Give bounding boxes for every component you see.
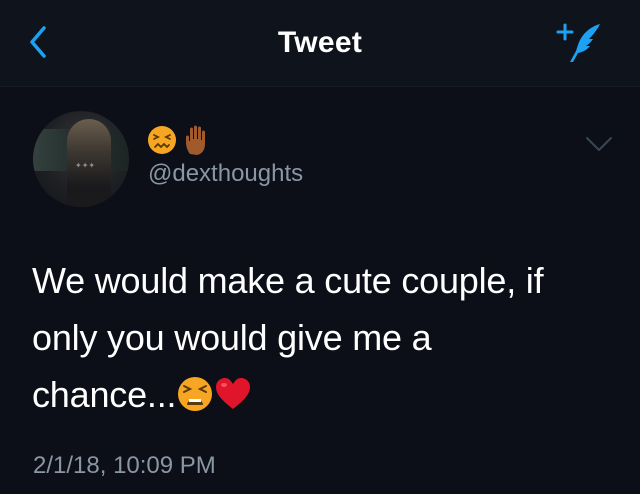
- confounded-face-emoji: [148, 126, 176, 154]
- user-handle[interactable]: @dexthoughts: [148, 160, 303, 188]
- profile-avatar[interactable]: ✦✦✦: [33, 111, 129, 207]
- compose-tweet-button[interactable]: [556, 20, 604, 66]
- avatar-shirt-print: ✦✦✦: [75, 161, 96, 170]
- tweet-text-line: We would make a cute couple, if: [32, 260, 544, 301]
- compose-tweet-icon: [556, 23, 600, 62]
- raised-hand-emoji: [186, 125, 205, 155]
- tweet-text-line: only you would give me a: [32, 317, 432, 358]
- page-title: Tweet: [277, 26, 363, 59]
- red-heart-emoji: [216, 378, 251, 409]
- chevron-down-icon: [586, 137, 612, 151]
- display-name[interactable]: [147, 123, 211, 157]
- tweet-text-fragment: chance...: [32, 374, 177, 415]
- tired-face-emoji: [178, 377, 213, 411]
- tweet-timestamp: 2/1/18, 10:09 PM: [33, 452, 216, 479]
- tweet-text-line: chance...: [32, 366, 612, 423]
- top-navigation-bar: Tweet: [0, 0, 640, 87]
- tweet-text: We would make a cute couple, if only you…: [32, 252, 612, 423]
- tweet-menu-button[interactable]: [585, 134, 613, 154]
